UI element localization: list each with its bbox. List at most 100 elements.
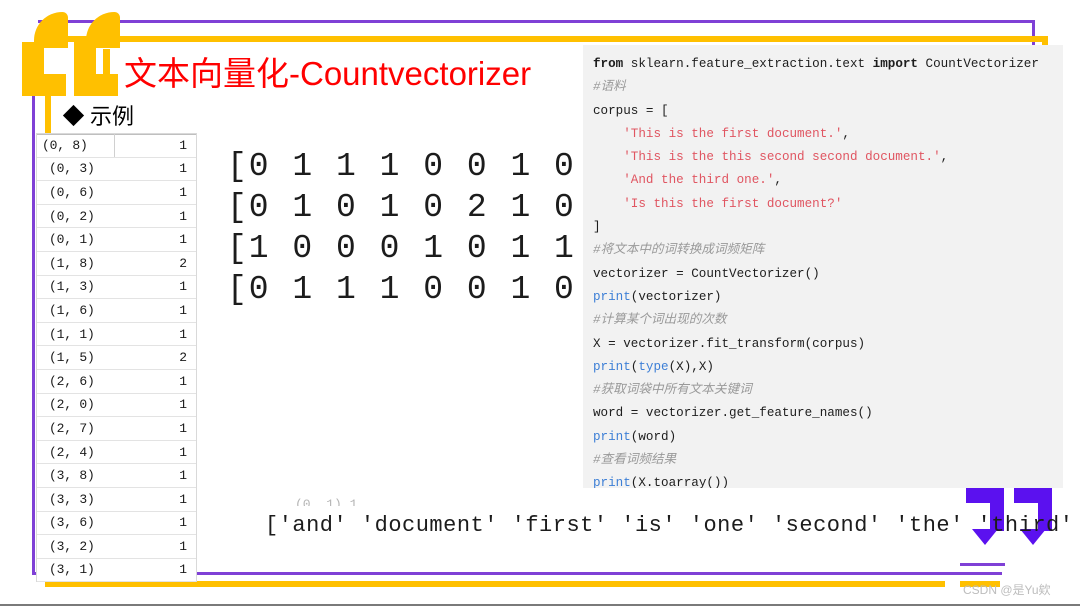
code-token: #查看词频结果 [593, 453, 677, 468]
table-row: (2, 0) 1 [37, 394, 196, 418]
code-token: (X.toarray()) [630, 476, 730, 488]
table-row: (3, 2) 1 [37, 535, 196, 559]
page-title: 文本向量化-Countvectorizer [124, 55, 532, 92]
csdn-watermark: CSDN @是Yu欸 [963, 583, 1051, 597]
code-token: , [940, 150, 949, 165]
code-token: #获取词袋中所有文本关键词 [593, 383, 752, 398]
sparse-value-cell: 2 [179, 350, 187, 366]
sparse-index-cell: (3, 8) [49, 468, 95, 484]
frame-line-purple-left [32, 88, 35, 575]
sparse-index-cell: (1, 8) [49, 255, 95, 271]
code-token: print [593, 429, 631, 444]
code-token: print [593, 359, 631, 374]
code-line: #语料 [593, 76, 1063, 99]
table-row: (0, 8) 1 [37, 134, 196, 158]
title-accent-bar [103, 49, 110, 86]
sparse-value-cell: 1 [179, 373, 187, 389]
code-token: , [774, 173, 782, 188]
sparse-index-cell: (1, 1) [49, 326, 95, 342]
frame-line-orange-top [38, 36, 1048, 42]
code-token: ] [593, 220, 601, 235]
table-row: (0, 2) 1 [37, 205, 196, 229]
code-line: print(type(X),X) [593, 356, 1063, 379]
code-token: import [872, 57, 926, 71]
code-line: 'This is the first document.', [593, 123, 1063, 146]
code-token: X = vectorizer.fit_transform(corpus) [593, 336, 866, 351]
sparse-value-cell: 2 [179, 255, 187, 271]
code-token: CountVectorizer [925, 57, 1039, 71]
table-row: (1, 6) 1 [37, 299, 196, 323]
sparse-index-cell: (0, 1) [49, 232, 95, 248]
sparse-index-cell: (1, 6) [49, 302, 95, 318]
sparse-value-cell: 1 [179, 397, 187, 413]
code-token: 'This is the this second second document… [623, 150, 941, 165]
code-token: corpus = [ [593, 103, 669, 118]
sparse-table-column-divider [114, 134, 115, 157]
sparse-index-cell: (1, 5) [49, 350, 95, 366]
sparse-value-cell: 1 [179, 468, 187, 484]
code-line: #获取词袋中所有文本关键词 [593, 379, 1063, 402]
sparse-index-cell: (2, 0) [49, 397, 95, 413]
code-token: 'This is the first document.' [623, 126, 843, 141]
table-row: (2, 4) 1 [37, 441, 196, 465]
code-token: #语料 [593, 80, 626, 95]
slide-canvas: 文本向量化-Countvectorizer 示例 (0, 8) 1 (0, 3) 1(… [0, 0, 1080, 609]
matrix-row: [0 1 1 1 0 0 1 0 1] [227, 271, 642, 308]
code-token: (vectorizer) [630, 289, 722, 304]
code-line: from sklearn.feature_extraction.text imp… [593, 53, 1063, 76]
sparse-index-cell: (3, 3) [49, 491, 95, 507]
sparse-index-cell: (2, 4) [49, 444, 95, 460]
opening-quote-icon [22, 12, 130, 96]
sparse-value-cell: 1 [179, 279, 187, 295]
table-row: (0, 3) 1 [37, 158, 196, 182]
sparse-index-cell: (3, 6) [49, 515, 95, 531]
code-line: ] [593, 216, 1063, 239]
sparse-value-cell: 1 [179, 326, 187, 342]
sparse-value-cell: 1 [179, 562, 187, 578]
code-line: corpus = [ [593, 100, 1063, 123]
code-token: print [593, 289, 631, 304]
sparse-value-cell: 1 [179, 538, 187, 554]
code-line: #计算某个词出现的次数 [593, 309, 1063, 332]
code-line: print(X.toarray()) [593, 472, 1063, 488]
table-row: (1, 3) 1 [37, 276, 196, 300]
code-token: vectorizer = CountVectorizer() [593, 266, 820, 281]
code-line: 'Is this the first document?' [593, 193, 1063, 216]
code-line: 'This is the this second second document… [593, 146, 1063, 169]
code-token: #计算某个词出现的次数 [593, 313, 727, 328]
code-token: (word) [630, 429, 677, 444]
code-line: word = vectorizer.get_feature_names() [593, 402, 1063, 425]
code-token: 'Is this the first document?' [623, 196, 843, 211]
sparse-index-cell: (0, 6) [49, 184, 95, 200]
code-panel: from sklearn.feature_extraction.text imp… [583, 45, 1063, 488]
matrix-row: [0 1 0 1 0 2 1 0 2] [227, 189, 642, 226]
code-token: sklearn.feature_extraction.text [630, 57, 873, 71]
feature-names-output: ['and' 'document' 'first' 'is' 'one' 'se… [265, 513, 1080, 538]
frame-line-purple-top [38, 20, 1035, 23]
sparse-value-cell: 1 [179, 138, 187, 154]
diamond-bullet-icon [62, 104, 85, 126]
code-line: X = vectorizer.fit_transform(corpus) [593, 333, 1063, 356]
sparse-index-cell: (1, 3) [49, 279, 95, 295]
table-row: (1, 1) 1 [37, 323, 196, 347]
table-row: (1, 8) 2 [37, 252, 196, 276]
code-line: #查看词频结果 [593, 449, 1063, 472]
sparse-value-cell: 1 [179, 232, 187, 248]
sparse-index-cell: (0, 8) [42, 138, 88, 154]
code-token: #将文本中的词转换成词频矩阵 [593, 243, 765, 258]
dense-matrix-output: [0 1 1 1 0 0 1 0 1] [0 1 0 1 0 2 1 0 2] [1… [227, 146, 641, 310]
matrix-row: [0 1 1 1 0 0 1 0 1] [227, 148, 642, 185]
sparse-value-cell: 1 [179, 491, 187, 507]
code-line: vectorizer = CountVectorizer() [593, 263, 1063, 286]
table-row: (3, 6) 1 [37, 512, 196, 536]
code-token: 'And the third one.' [623, 173, 775, 188]
sparse-value-cell: 1 [179, 208, 187, 224]
sparse-value-cell: 1 [179, 302, 187, 318]
table-row: (3, 3) 1 [37, 488, 196, 512]
sparse-index-cell: (3, 2) [49, 538, 95, 554]
code-token: word = vectorizer.get_feature_names() [593, 406, 873, 421]
sparse-index-cell: (3, 1) [49, 562, 95, 578]
